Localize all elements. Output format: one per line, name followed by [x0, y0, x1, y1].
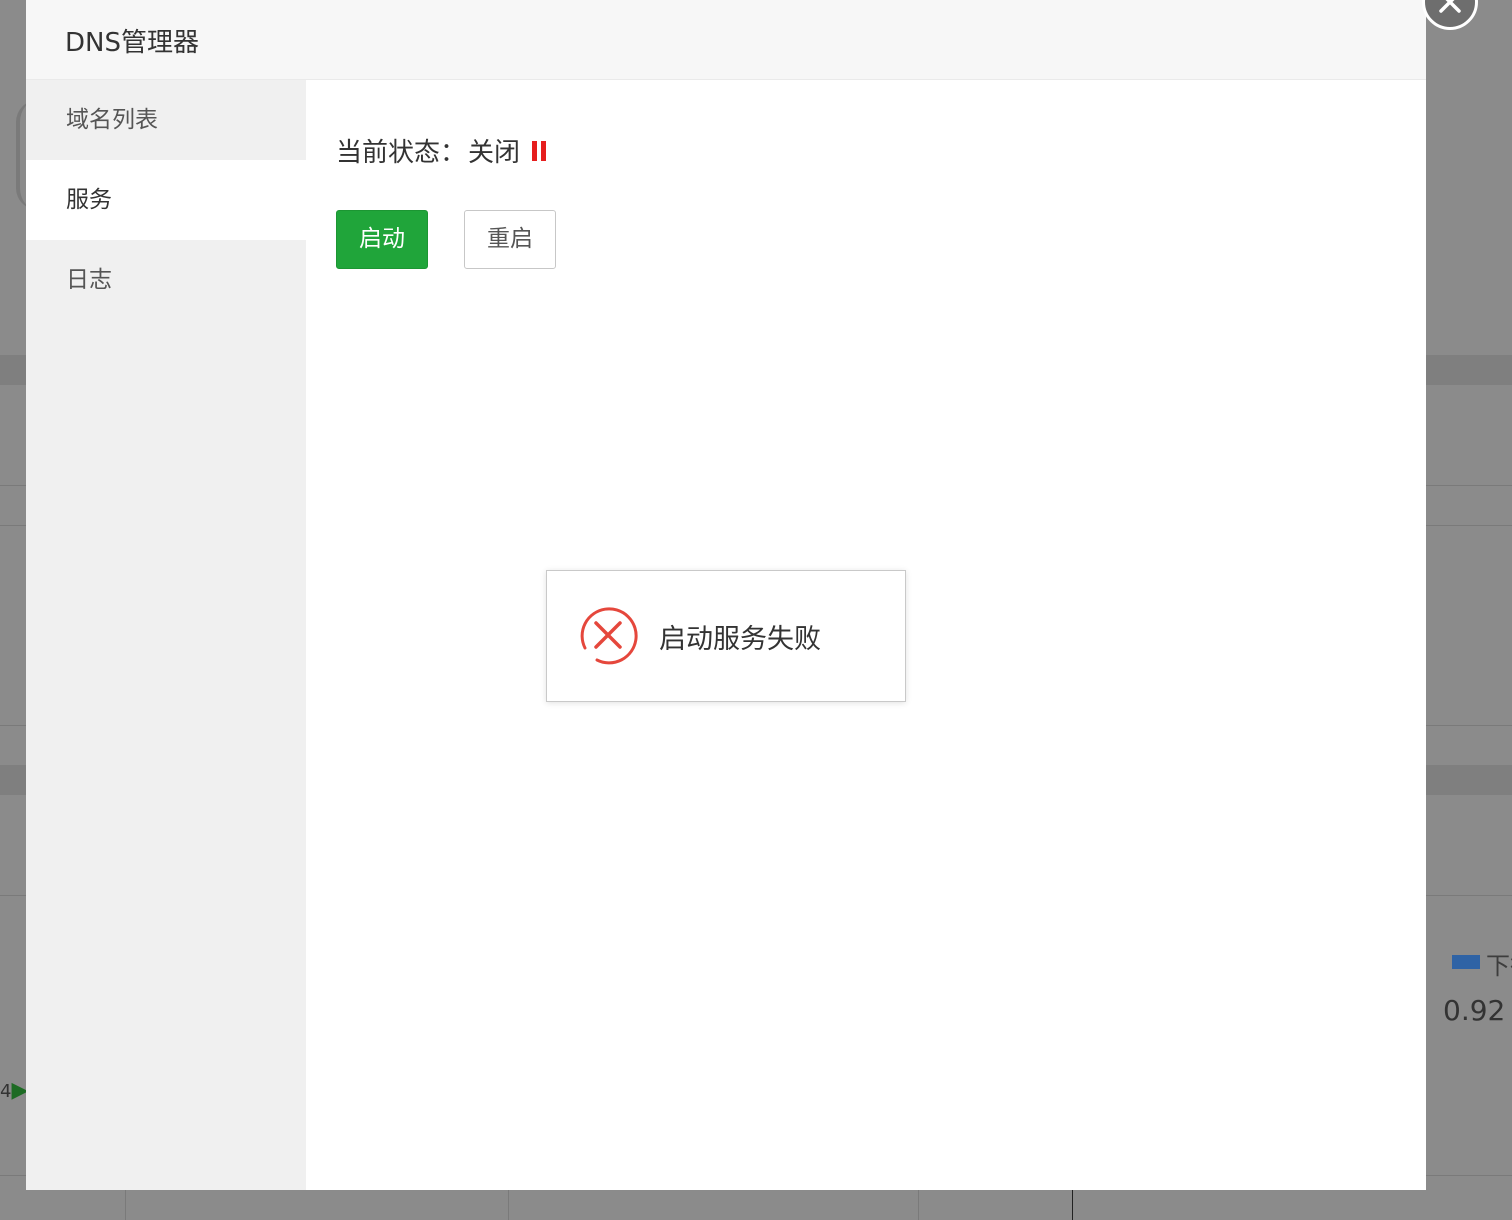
status-value: 关闭 [468, 138, 521, 168]
toast-message: 启动服务失败 [659, 624, 821, 655]
sidebar-item-label: 域名列表 [66, 107, 158, 133]
sidebar-item-service[interactable]: 服务 [26, 160, 306, 240]
background-legend-label: 下行 [1486, 952, 1512, 980]
background-arrow: 4▶ [0, 1078, 28, 1103]
modal-title: DNS管理器 [65, 28, 199, 58]
sidebar-item-label: 服务 [66, 187, 112, 213]
background-arrow-number: 4 [0, 1081, 12, 1102]
start-button[interactable]: 启动 [336, 210, 428, 269]
sidebar-item-label: 日志 [66, 267, 112, 293]
stopped-status-icon [532, 140, 547, 161]
status-label: 当前状态： [336, 138, 467, 168]
error-toast: 启动服务失败 [546, 570, 906, 702]
sidebar-item-log[interactable]: 日志 [26, 240, 306, 320]
background-divider [1072, 1190, 1073, 1220]
background-legend-swatch [1452, 955, 1480, 969]
dns-manager-modal: DNS管理器 域名列表 服务 日志 当前状态： 关闭 启动 重启 启动服务失败 [26, 0, 1478, 1190]
error-circle-x-icon [577, 604, 639, 666]
sidebar: 域名列表 服务 日志 [26, 80, 306, 1190]
background-value: 0.92 K [1443, 994, 1512, 1027]
restart-button[interactable]: 重启 [464, 210, 556, 269]
sidebar-item-domain-list[interactable]: 域名列表 [26, 80, 306, 160]
status-row: 当前状态： 关闭 [336, 132, 547, 169]
modal-header: DNS管理器 [26, 0, 1426, 80]
